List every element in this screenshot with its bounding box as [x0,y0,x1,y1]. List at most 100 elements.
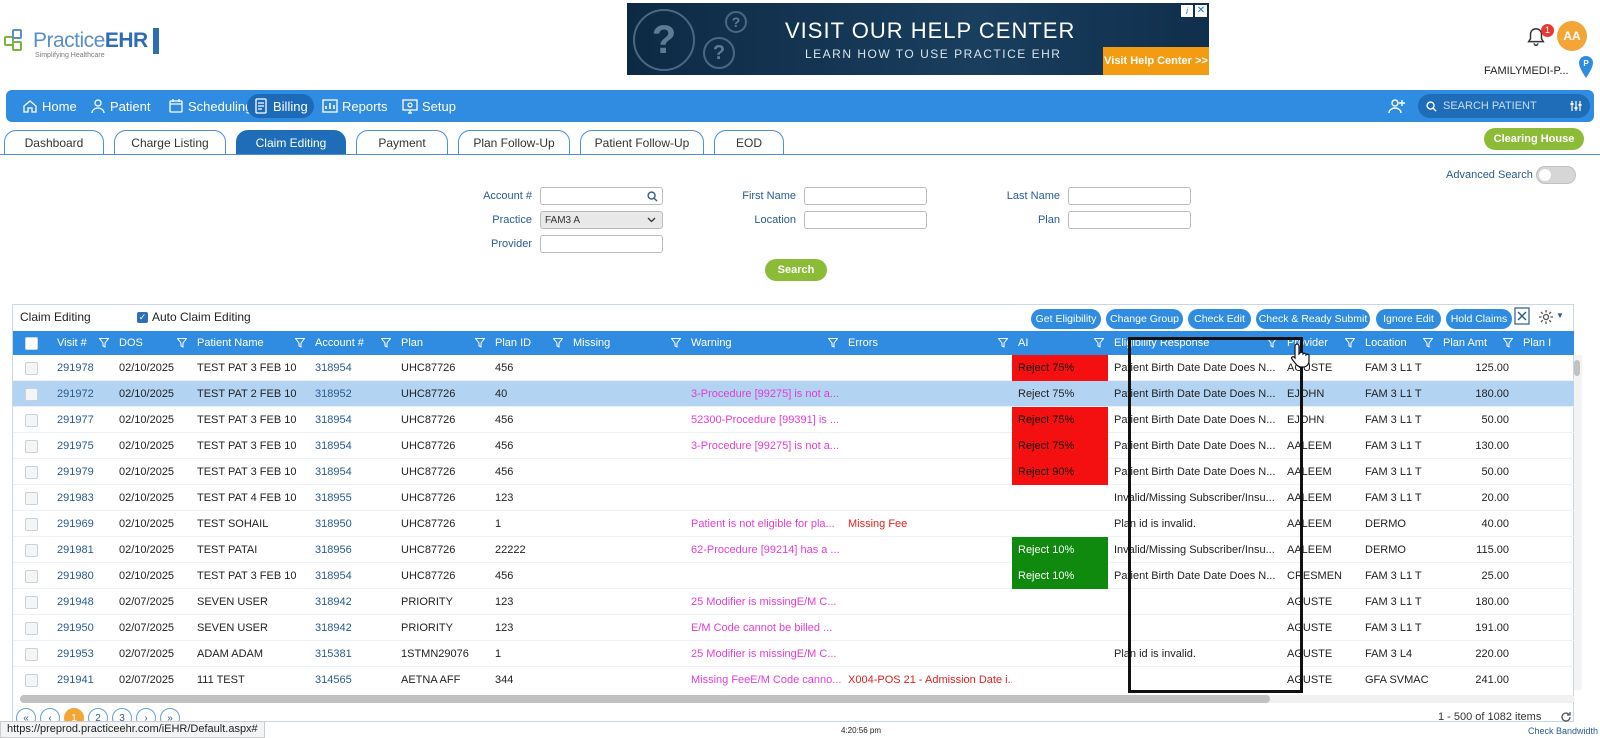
nav-home[interactable]: Home [16,94,83,118]
practice-ehr-logo[interactable]: PracticeEHR Simplifying Healthcare [4,24,159,59]
cell-visit[interactable]: 291941 [51,667,113,690]
cell-account[interactable]: 318954 [309,407,395,433]
row-checkbox[interactable] [25,388,38,401]
check-ready-submit-button[interactable]: Check & Ready Submit [1256,309,1370,329]
col-header-patient[interactable]: Patient Name [191,331,309,355]
col-header-ai[interactable]: AI [1012,331,1108,355]
cell-errors[interactable] [842,407,1012,433]
horizontal-scrollbar-thumb[interactable] [20,695,1270,703]
row-checkbox[interactable] [25,622,38,635]
settings-caret-icon[interactable]: ▼ [1556,311,1564,320]
row-checkbox[interactable] [25,674,38,687]
cell-warning[interactable]: 25 Modifier is missingE/M C... [685,641,842,667]
cell-account[interactable]: 318952 [309,381,395,407]
nav-billing[interactable]: Billing [247,94,314,118]
col-header-plan-id[interactable]: Plan ID [489,331,567,355]
cell-errors[interactable] [842,589,1012,615]
vertical-scrollbar-thumb[interactable] [1574,360,1580,376]
tab-eod[interactable]: EOD [714,130,784,154]
cell-errors[interactable] [842,485,1012,511]
cell-account[interactable]: 318954 [309,355,395,381]
cell-visit[interactable]: 291979 [51,459,113,485]
cell-visit[interactable]: 291983 [51,485,113,511]
get-eligibility-button[interactable]: Get Eligibility [1031,309,1101,329]
cell-account[interactable]: 318942 [309,589,395,615]
col-header-plan-i[interactable]: Plan I [1517,331,1574,355]
nav-reports[interactable]: Reports [316,94,394,118]
cell-warning[interactable]: 25 Modifier is missingE/M C... [685,589,842,615]
table-row[interactable]: 291980 02/10/2025 TEST PAT 3 FEB 10 318954 U… [13,563,1574,589]
table-row[interactable]: 291972 02/10/2025 TEST PAT 2 FEB 10 318952 U… [13,381,1574,407]
table-row[interactable]: 291983 02/10/2025 TEST PAT 4 FEB 10 318955 U… [13,485,1574,511]
help-center-banner[interactable]: ? ? ? VISIT OUR HELP CENTER LEARN HOW TO… [627,3,1209,75]
row-checkbox[interactable] [25,596,38,609]
cell-warning[interactable] [685,459,842,485]
cell-visit[interactable]: 291948 [51,589,113,615]
cell-visit[interactable]: 291978 [51,355,113,381]
cell-warning[interactable]: Patient is not eligible for pla... [685,511,842,537]
cell-warning[interactable] [685,355,842,381]
filter-icon[interactable] [1094,338,1104,348]
table-row[interactable]: 291981 02/10/2025 TEST PATAI 318956 UHC87726… [13,537,1574,563]
filter-icon[interactable] [828,338,838,348]
practice-name[interactable]: FAMILYMEDI-P... [1484,65,1569,77]
filter-icon[interactable] [99,338,109,348]
row-checkbox[interactable] [25,518,38,531]
tab-dashboard[interactable]: Dashboard [4,130,104,154]
filter-icon[interactable] [553,338,563,348]
cell-account[interactable]: 318954 [309,459,395,485]
filter-icon[interactable] [671,338,681,348]
user-avatar[interactable]: AA [1557,21,1587,51]
table-row[interactable]: 291978 02/10/2025 TEST PAT 3 FEB 10 318954 U… [13,355,1574,381]
check-bandwidth-link[interactable]: Check Bandwidth [1528,726,1598,736]
location-pin-icon[interactable]: P [1578,56,1594,78]
cell-errors[interactable] [842,615,1012,641]
row-checkbox[interactable] [25,492,38,505]
search-button[interactable]: Search [765,259,827,281]
cell-warning[interactable] [685,485,842,511]
nav-setup[interactable]: Setup [396,94,462,118]
table-row[interactable]: 291977 02/10/2025 TEST PAT 3 FEB 10 318954 U… [13,407,1574,433]
ad-close-icon[interactable]: ✕ [1195,5,1207,17]
row-checkbox[interactable] [25,466,38,479]
cell-visit[interactable]: 291953 [51,641,113,667]
cell-account[interactable]: 318955 [309,485,395,511]
cell-visit[interactable]: 291980 [51,563,113,589]
cell-warning[interactable]: E/M Code cannot be billed ... [685,615,842,641]
first-name-input[interactable] [804,187,927,205]
cell-visit[interactable]: 291975 [51,433,113,459]
gear-icon[interactable] [1538,309,1554,325]
filter-icon[interactable] [1345,338,1355,348]
add-patient-icon[interactable] [1388,97,1406,115]
cell-errors[interactable] [842,537,1012,563]
nav-patient[interactable]: Patient [84,94,156,118]
cell-visit[interactable]: 291969 [51,511,113,537]
row-checkbox[interactable] [25,414,38,427]
col-header-plan[interactable]: Plan [395,331,489,355]
select-all-checkbox[interactable] [25,337,38,350]
cell-warning[interactable]: 3-Procedure [99275] is not a... [685,433,842,459]
location-input[interactable] [804,211,927,229]
last-name-input[interactable] [1068,187,1191,205]
tab-charge-listing[interactable]: Charge Listing [114,130,226,154]
table-row[interactable]: 291979 02/10/2025 TEST PAT 3 FEB 10 318954 U… [13,459,1574,485]
cell-account[interactable]: 318942 [309,615,395,641]
provider-input[interactable] [540,235,663,253]
table-row[interactable]: 291950 02/07/2025 SEVEN USER 318942 PRIORITY… [13,615,1574,641]
check-edit-button[interactable]: Check Edit [1188,309,1251,329]
nav-scheduling[interactable]: Scheduling [162,94,258,118]
practice-select[interactable]: FAM3 A [540,211,663,229]
hold-claims-button[interactable]: Hold Claims [1446,309,1512,329]
plan-input[interactable] [1068,211,1191,229]
cell-errors[interactable] [842,433,1012,459]
ignore-edit-button[interactable]: Ignore Edit [1376,309,1441,329]
cell-warning[interactable] [685,563,842,589]
col-header-location[interactable]: Location [1359,331,1437,355]
tab-payment[interactable]: Payment [356,130,448,154]
filter-icon[interactable] [998,338,1008,348]
cell-errors[interactable] [842,641,1012,667]
cell-visit[interactable]: 291950 [51,615,113,641]
cell-account[interactable]: 318954 [309,433,395,459]
cell-errors[interactable]: X004-POS 21 - Admission Date i... [842,667,1012,690]
filter-icon[interactable] [1423,338,1433,348]
